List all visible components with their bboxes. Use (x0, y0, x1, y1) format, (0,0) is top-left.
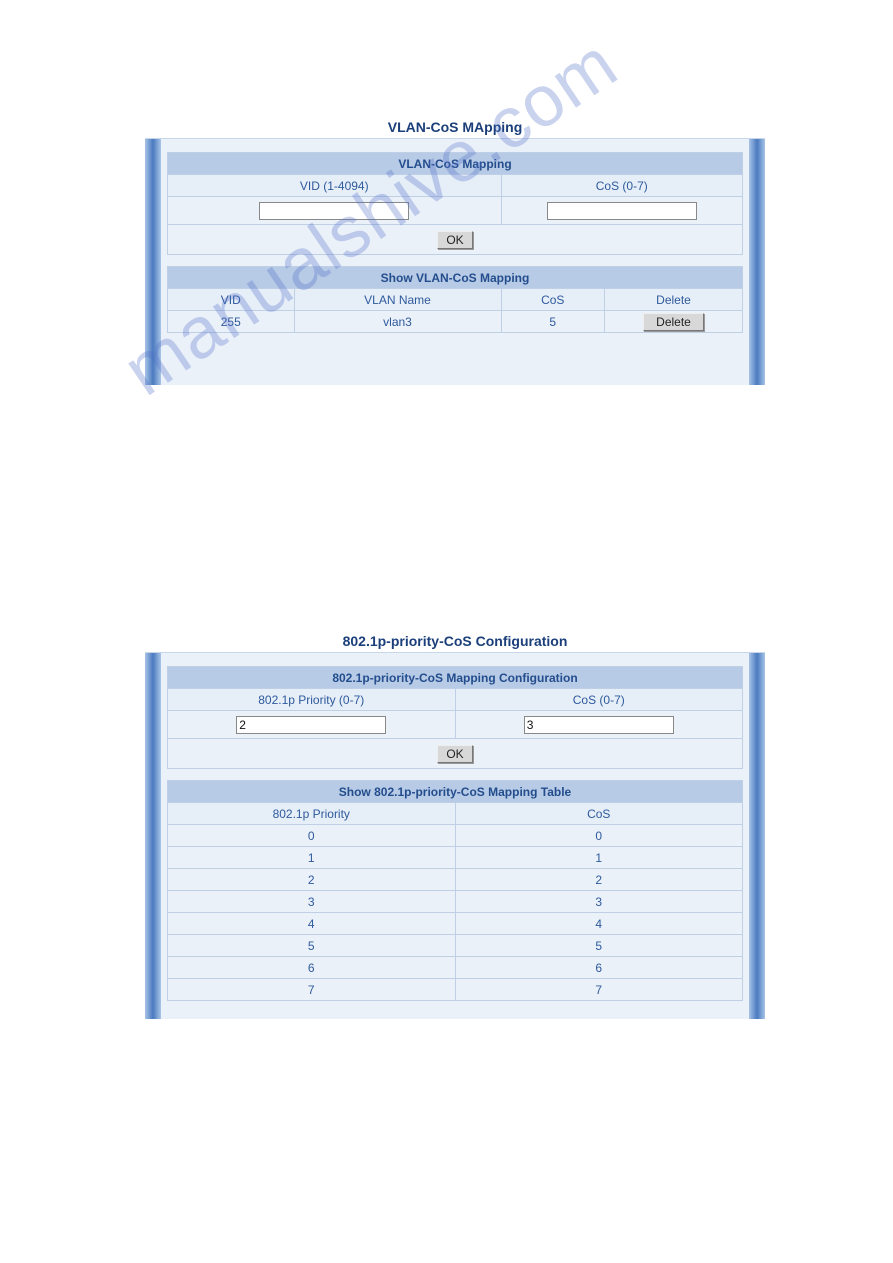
ok-cell: OK (168, 225, 743, 255)
table-row: 7 7 (168, 979, 743, 1001)
table-row: 3 3 (168, 891, 743, 913)
cell-priority: 5 (168, 935, 456, 957)
section-header: Show 802.1p-priority-CoS Mapping Table (168, 781, 743, 803)
panel-side-left (145, 139, 161, 385)
cell-vlan-name: vlan3 (294, 311, 501, 333)
spacer (168, 255, 743, 267)
ok-button[interactable]: OK (437, 231, 472, 249)
section-header: 802.1p-priority-CoS Mapping Configuratio… (168, 667, 743, 689)
cell-delete: Delete (605, 311, 743, 333)
cell-priority: 7 (168, 979, 456, 1001)
cell-cos: 0 (455, 825, 743, 847)
cos-input[interactable] (547, 202, 697, 220)
cell-cos: 5 (501, 311, 605, 333)
cell-vid: 255 (168, 311, 295, 333)
priority-input-cell (168, 711, 456, 739)
cos-input[interactable] (524, 716, 674, 734)
vlan-cos-mapping-table: VLAN-CoS Mapping VID (1-4094) CoS (0-7) … (167, 152, 743, 333)
cell-cos: 3 (455, 891, 743, 913)
cos-input-cell (455, 711, 743, 739)
panel-side-left (145, 653, 161, 1019)
cell-cos: 4 (455, 913, 743, 935)
delete-button[interactable]: Delete (643, 313, 704, 331)
col-cos-label: CoS (0-7) (455, 689, 743, 711)
table-row: 5 5 (168, 935, 743, 957)
vid-input[interactable] (259, 202, 409, 220)
cell-priority: 0 (168, 825, 456, 847)
cell-priority: 1 (168, 847, 456, 869)
ok-cell: OK (168, 739, 743, 769)
vid-input-cell (168, 197, 502, 225)
cell-cos: 2 (455, 869, 743, 891)
col-delete: Delete (605, 289, 743, 311)
panel-title: VLAN-CoS MApping (145, 115, 765, 139)
panel-side-right (749, 653, 765, 1019)
priority-input[interactable] (236, 716, 386, 734)
col-priority-label: 802.1p Priority (0-7) (168, 689, 456, 711)
cell-priority: 4 (168, 913, 456, 935)
col-vid: VID (168, 289, 295, 311)
cell-priority: 2 (168, 869, 456, 891)
cell-priority: 3 (168, 891, 456, 913)
panel-body: 802.1p-priority-CoS Mapping Configuratio… (167, 666, 743, 1001)
table-row: 2 2 (168, 869, 743, 891)
table-row: 6 6 (168, 957, 743, 979)
spacer (168, 769, 743, 781)
section-header: Show VLAN-CoS Mapping (168, 267, 743, 289)
cell-cos: 5 (455, 935, 743, 957)
table-row: 255 vlan3 5 Delete (168, 311, 743, 333)
cell-priority: 6 (168, 957, 456, 979)
panel-title: 802.1p-priority-CoS Configuration (145, 629, 765, 653)
panel-body: VLAN-CoS Mapping VID (1-4094) CoS (0-7) … (167, 152, 743, 333)
table-row: 4 4 (168, 913, 743, 935)
cell-cos: 7 (455, 979, 743, 1001)
col-cos: CoS (455, 803, 743, 825)
8021p-mapping-config-table: 802.1p-priority-CoS Mapping Configuratio… (167, 666, 743, 1001)
cell-cos: 1 (455, 847, 743, 869)
panel-side-right (749, 139, 765, 385)
col-cos: CoS (501, 289, 605, 311)
vlan-cos-mapping-panel: VLAN-CoS MApping VLAN-CoS Mapping VID (1… (145, 115, 765, 385)
col-vid-label: VID (1-4094) (168, 175, 502, 197)
cell-cos: 6 (455, 957, 743, 979)
col-priority: 802.1p Priority (168, 803, 456, 825)
ok-button[interactable]: OK (437, 745, 472, 763)
col-cos-label: CoS (0-7) (501, 175, 743, 197)
col-vlan-name: VLAN Name (294, 289, 501, 311)
8021p-cos-config-panel: 802.1p-priority-CoS Configuration 802.1p… (145, 629, 765, 1019)
table-row: 1 1 (168, 847, 743, 869)
table-row: 0 0 (168, 825, 743, 847)
cos-input-cell (501, 197, 743, 225)
section-header: VLAN-CoS Mapping (168, 153, 743, 175)
